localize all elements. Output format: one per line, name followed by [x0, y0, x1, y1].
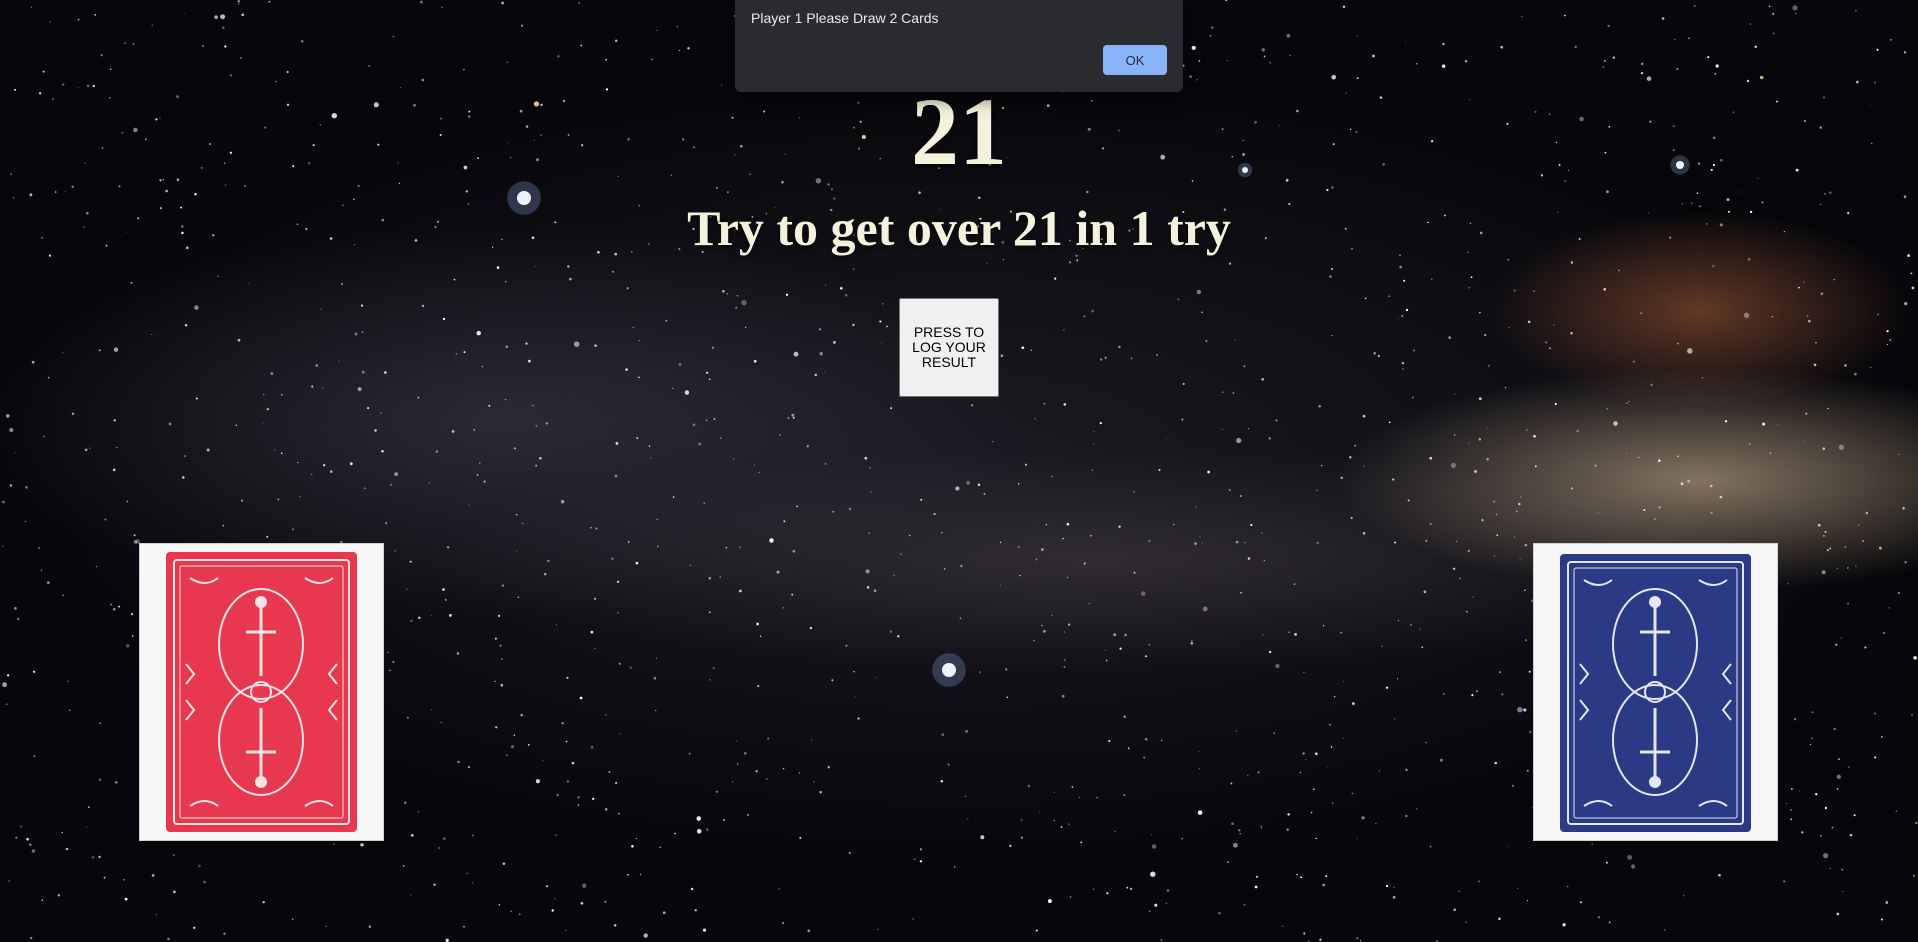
red-card-back-icon	[166, 552, 357, 832]
game-title: 21	[911, 78, 1007, 185]
player-2-card-deck[interactable]	[1533, 543, 1778, 841]
alert-message: Player 1 Please Draw 2 Cards	[751, 10, 939, 26]
blue-card-back-icon	[1560, 554, 1751, 832]
player-1-card-deck[interactable]	[139, 543, 384, 841]
alert-dialog: Player 1 Please Draw 2 Cards OK	[735, 0, 1183, 92]
log-result-button[interactable]: PRESS TO LOG YOUR RESULT	[899, 298, 999, 397]
game-subtitle: Try to get over 21 in 1 try	[687, 200, 1231, 256]
ok-button[interactable]: OK	[1103, 45, 1167, 75]
